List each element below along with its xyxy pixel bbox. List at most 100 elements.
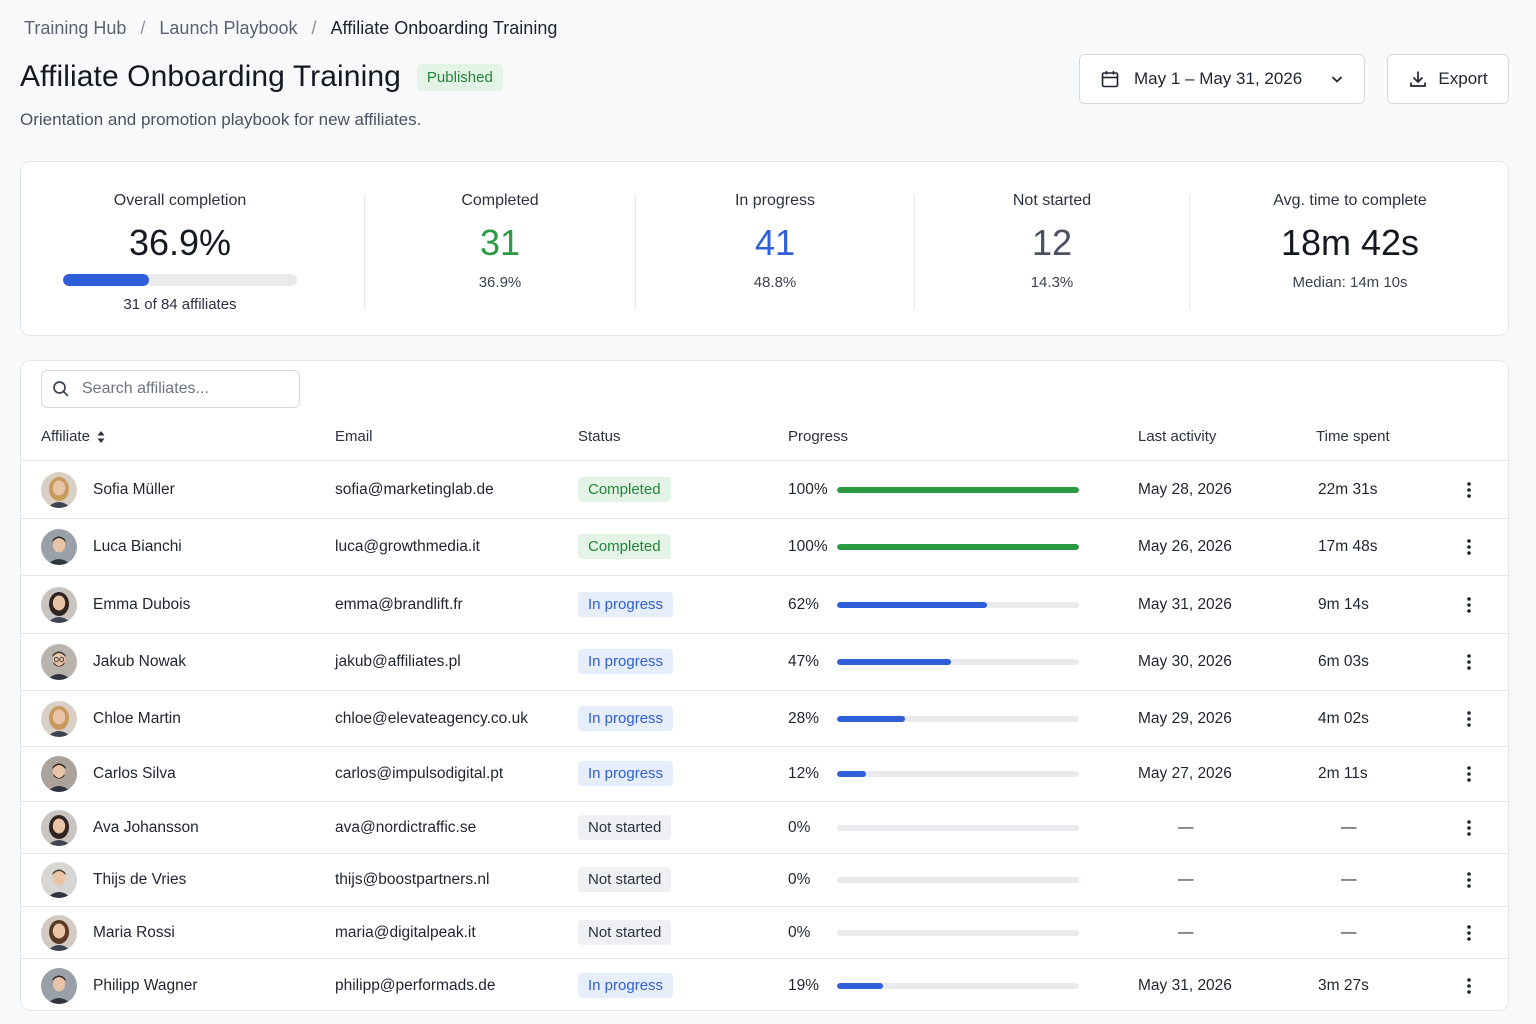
column-affiliate-label: Affiliate: [41, 428, 90, 445]
export-label: Export: [1438, 69, 1488, 88]
affiliate-email: ava@nordictraffic.se: [335, 818, 477, 836]
status-badge: Completed: [578, 534, 671, 559]
affiliate-name: Emma Dubois: [93, 595, 191, 613]
stat-in-progress: In progress 41 48.8%: [636, 162, 914, 337]
progress-percent: 100%: [788, 480, 828, 498]
time-spent: 17m 48s: [1318, 538, 1378, 555]
progress-fill: [837, 715, 905, 722]
more-options-icon[interactable]: [1462, 537, 1476, 557]
table-row[interactable]: Carlos Silva carlos@impulsodigital.pt In p…: [21, 747, 1508, 802]
affiliate-name: Sofia Müller: [93, 480, 175, 498]
progress-fill: [837, 982, 883, 989]
search-box[interactable]: [41, 370, 300, 408]
status-badge: Not started: [578, 919, 672, 945]
stat-overall-completion: Overall completion 36.9% 31 of 84 affili…: [21, 162, 339, 337]
stat-sub: 31 of 84 affiliates: [123, 296, 237, 313]
progress-percent: 0%: [788, 923, 811, 941]
affiliate-email: emma@brandlift.fr: [335, 595, 463, 613]
progress-bar: [837, 982, 1079, 989]
avatar: [41, 529, 77, 565]
column-email: Email: [335, 428, 373, 445]
column-affiliate[interactable]: Affiliate: [41, 428, 106, 445]
overall-progress-fill: [63, 274, 150, 286]
time-spent: 9m 14s: [1318, 595, 1369, 613]
last-activity: May 28, 2026: [1138, 480, 1232, 498]
status-cell: Not started: [578, 867, 672, 892]
calendar-icon: [1101, 71, 1119, 88]
stat-label: Avg. time to complete: [1273, 192, 1427, 209]
stat-sub: 14.3%: [1030, 274, 1074, 291]
affiliates-table-card: Affiliate Email Status Progress Last act…: [20, 360, 1509, 1011]
progress-percent: 12%: [788, 765, 820, 782]
more-options-icon[interactable]: [1462, 595, 1476, 615]
table-row[interactable]: Emma Dubois emma@brandlift.fr In progress 6…: [21, 576, 1508, 634]
affiliate-email: carlos@impulsodigital.pt: [335, 765, 504, 782]
table-row[interactable]: Philipp Wagner philipp@performads.de In pr…: [21, 959, 1508, 1010]
stat-label: Completed: [461, 192, 539, 209]
progress-percent: 19%: [788, 976, 820, 994]
breadcrumb: Training Hub / Launch Playbook / Affilia…: [24, 16, 557, 40]
status-badge: In progress: [578, 761, 674, 786]
more-options-icon[interactable]: [1462, 480, 1476, 500]
affiliate-name: Philipp Wagner: [93, 976, 198, 994]
last-activity: May 26, 2026: [1138, 538, 1232, 555]
affiliate-name: Chloe Martin: [93, 709, 181, 727]
more-options-icon[interactable]: [1462, 870, 1476, 890]
progress-bar: [837, 601, 1079, 608]
sort-icon: [97, 430, 105, 443]
progress-percent: 62%: [788, 595, 820, 613]
page-title: Affiliate Onboarding Training: [20, 60, 401, 93]
stat-sub: Median: 14m 10s: [1292, 274, 1408, 291]
date-range-label: May 1 – May 31, 2026: [1134, 69, 1303, 88]
table-row[interactable]: Thijs de Vries thijs@boostpartners.nl Not …: [21, 854, 1508, 907]
table-row[interactable]: Ava Johansson ava@nordictraffic.se Not sta…: [21, 802, 1508, 854]
table-row[interactable]: Luca Bianchi luca@growthmedia.it Completed…: [21, 519, 1508, 576]
progress-bar: [837, 659, 1079, 665]
search-input[interactable]: [82, 380, 282, 398]
table-row[interactable]: Maria Rossi maria@digitalpeak.it Not start…: [21, 907, 1508, 959]
table-row[interactable]: Sofia Müller sofia@marketinglab.de Complet…: [21, 461, 1508, 519]
stat-value: 18m 42s: [1280, 222, 1420, 263]
affiliate-name: Jakub Nowak: [93, 653, 187, 670]
progress-fill: [837, 771, 867, 777]
chevron-down-icon: [1331, 76, 1343, 83]
status-badge: In progress: [578, 649, 674, 674]
more-options-icon[interactable]: [1462, 923, 1476, 943]
more-options-icon[interactable]: [1462, 976, 1476, 996]
progress-fill: [837, 601, 988, 608]
title-row: Affiliate Onboarding Training Published: [20, 60, 503, 94]
column-status: Status: [578, 428, 621, 445]
last-activity: May 30, 2026: [1138, 653, 1232, 670]
stat-label: Not started: [1012, 192, 1092, 209]
more-options-icon[interactable]: [1462, 652, 1476, 672]
status-badge: In progress: [578, 591, 674, 617]
overall-progress-bar: [63, 274, 297, 286]
avatar: [41, 586, 77, 623]
progress-bar: [837, 771, 1079, 777]
breadcrumb-training-hub[interactable]: Training Hub: [24, 18, 126, 39]
date-range-picker[interactable]: May 1 – May 31, 2026: [1079, 54, 1365, 104]
progress-fill: [837, 659, 951, 665]
more-options-icon[interactable]: [1462, 818, 1476, 838]
table-row[interactable]: Chloe Martin chloe@elevateagency.co.uk In …: [21, 691, 1508, 747]
page: Training Hub / Launch Playbook / Affilia…: [0, 0, 1536, 1024]
status-cell: In progress: [578, 591, 674, 617]
affiliate-email: chloe@elevateagency.co.uk: [335, 709, 528, 727]
affiliate-name: Carlos Silva: [93, 765, 176, 782]
avatar: [41, 862, 77, 898]
more-options-icon[interactable]: [1462, 764, 1476, 784]
progress-bar: [837, 715, 1079, 722]
avatar: [41, 700, 77, 737]
progress-fill: [837, 544, 1079, 550]
affiliate-name: Thijs de Vries: [93, 871, 187, 888]
more-options-icon[interactable]: [1462, 709, 1476, 729]
export-button[interactable]: Export: [1387, 54, 1509, 104]
time-spent: —: [1341, 923, 1357, 941]
stat-not-started: Not started 12 14.3%: [915, 162, 1189, 337]
last-activity: May 31, 2026: [1138, 595, 1232, 613]
stat-label: Overall completion: [113, 192, 247, 209]
progress-percent: 47%: [788, 653, 820, 670]
table-row[interactable]: Jakub Nowak jakub@affiliates.pl In progres…: [21, 634, 1508, 691]
progress-bar: [837, 929, 1079, 936]
breadcrumb-launch-playbook[interactable]: Launch Playbook: [159, 18, 297, 39]
